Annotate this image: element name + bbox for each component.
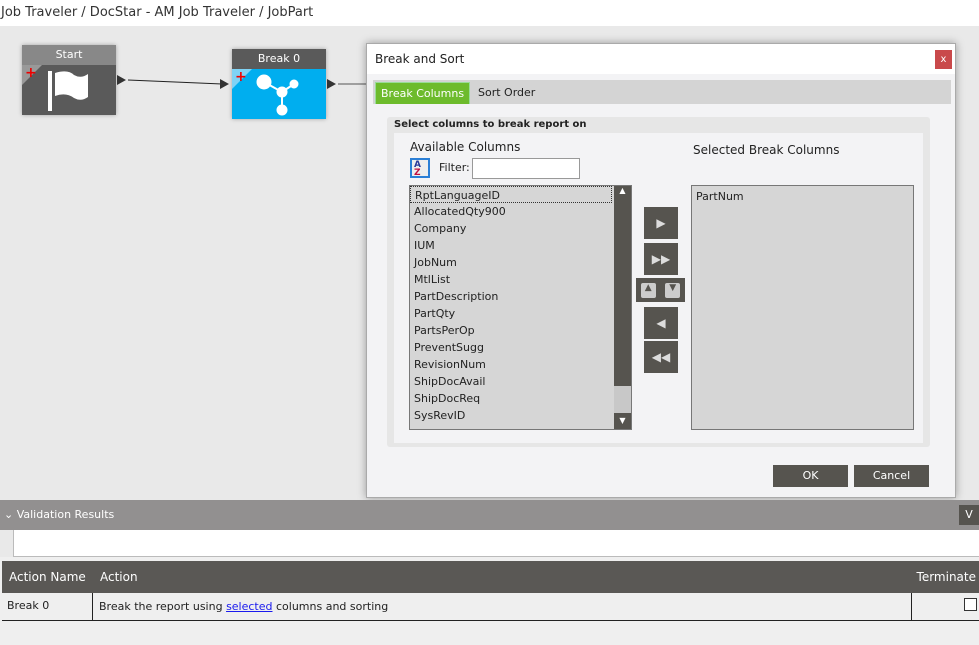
dialog-title: Break and Sort (367, 44, 955, 74)
list-item[interactable]: MtlList (410, 271, 631, 288)
available-columns-list: RptLanguageID AllocatedQty900 Company IUM Jo… (409, 185, 632, 430)
break-node[interactable]: Break 0 + (232, 49, 326, 119)
move-buttons: ▲ ▼ (636, 278, 685, 302)
chevron-down-icon[interactable]: ⌄ (0, 508, 13, 521)
list-item[interactable]: PartNum (692, 188, 913, 205)
cancel-button[interactable]: Cancel (854, 465, 929, 487)
add-all-columns-button[interactable]: ▶▶ (644, 243, 678, 275)
tab-bar: Break Columns Sort Order (373, 80, 951, 104)
group-label: Select columns to break report on (394, 119, 587, 130)
add-icon[interactable]: + (235, 70, 247, 84)
validation-panel (13, 530, 979, 557)
scroll-thumb[interactable]: ▲ (614, 186, 631, 386)
header-terminate: Terminate (916, 570, 976, 584)
table-row[interactable]: Break 0 Break the report using selected … (2, 593, 979, 621)
header-action: Action (100, 570, 138, 584)
action-text: Break the report using selected columns … (99, 600, 389, 613)
scroll-down-icon[interactable]: ▼ (614, 413, 631, 429)
remove-column-button[interactable]: ◀ (644, 307, 678, 339)
add-column-button[interactable]: ▶ (644, 207, 678, 239)
validation-button[interactable]: V (959, 505, 979, 525)
selected-columns-list: PartNum (691, 185, 914, 430)
tab-sort-order[interactable]: Sort Order (473, 82, 540, 104)
list-item[interactable]: PreventSugg (410, 339, 631, 356)
validation-title: Validation Results (16, 508, 115, 521)
add-icon[interactable]: + (25, 66, 37, 80)
list-item[interactable]: PartsPerOp (410, 322, 631, 339)
validation-results-bar[interactable]: ⌄ Validation Results V (0, 500, 979, 530)
input-port[interactable] (220, 79, 229, 89)
selected-link[interactable]: selected (226, 600, 272, 613)
list-item[interactable]: Company (410, 220, 631, 237)
flag-icon (48, 71, 88, 111)
filter-input[interactable] (472, 158, 580, 179)
list-item[interactable]: RptLanguageID (410, 186, 612, 203)
available-columns-label: Available Columns (410, 140, 521, 154)
validation-table: Action Name Action Terminate Break 0 Bre… (2, 561, 979, 621)
break-columns-group: Select columns to break report on Availa… (387, 117, 930, 447)
action-name: Break 0 (7, 599, 50, 612)
list-item[interactable]: PartDescription (410, 288, 631, 305)
selected-columns-label: Selected Break Columns (693, 143, 840, 157)
breadcrumb: Job Traveler / DocStar - AM Job Traveler… (0, 0, 979, 26)
move-up-button[interactable]: ▲ (640, 282, 656, 298)
header-action-name: Action Name (9, 570, 86, 584)
list-item[interactable]: AllocatedQty900 (410, 203, 631, 220)
list-item[interactable]: ShipDocReq (410, 390, 631, 407)
start-node[interactable]: Start + (22, 45, 116, 115)
list-item[interactable]: IUM (410, 237, 631, 254)
scrollbar[interactable]: ▲ ▼ (614, 186, 631, 429)
remove-all-columns-button[interactable]: ◀◀ (644, 341, 678, 373)
list-item[interactable]: ShipDocAvail (410, 373, 631, 390)
sort-az-icon[interactable]: AZ (410, 158, 430, 178)
terminate-checkbox[interactable] (964, 598, 977, 611)
move-down-button[interactable]: ▼ (665, 282, 681, 298)
ok-button[interactable]: OK (773, 465, 848, 487)
table-header: Action Name Action Terminate (2, 561, 979, 593)
output-port[interactable] (327, 79, 336, 89)
node-title: Start (22, 45, 116, 65)
tab-break-columns[interactable]: Break Columns (375, 82, 471, 104)
break-and-sort-dialog: Break and Sort x Break Columns Sort Orde… (366, 43, 956, 498)
close-button[interactable]: x (935, 50, 952, 69)
list-item[interactable]: JobNum (410, 254, 631, 271)
output-port[interactable] (117, 75, 126, 85)
list-item[interactable]: RevisionNum (410, 356, 631, 373)
break-node-icon (256, 74, 299, 116)
filter-label: Filter: (439, 161, 470, 174)
list-item[interactable]: PartQty (410, 305, 631, 322)
node-title: Break 0 (232, 49, 326, 69)
list-item[interactable]: SysRevID (410, 407, 631, 424)
